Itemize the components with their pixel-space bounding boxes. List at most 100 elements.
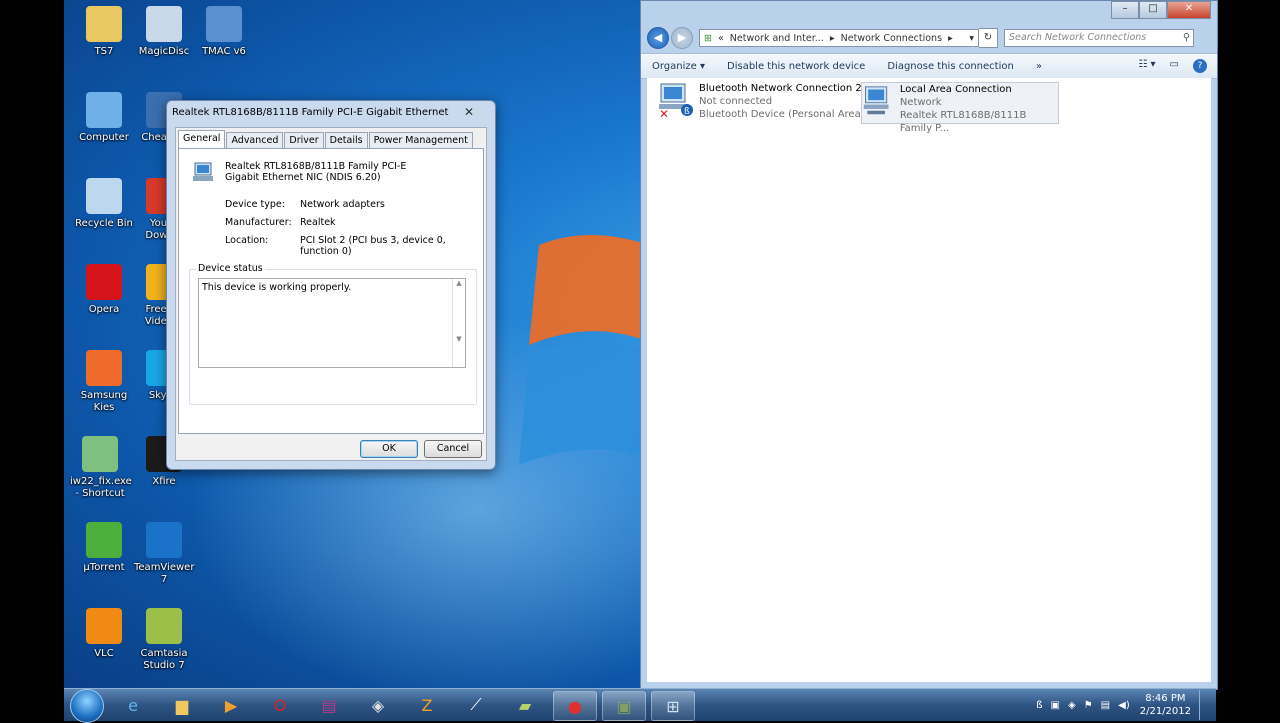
close-button[interactable]: ✕	[1167, 1, 1211, 19]
desktop-icon-label: VLC	[94, 648, 114, 659]
desktop-icon[interactable]: iw22_fix.exe - Shortcut	[70, 436, 132, 500]
clock[interactable]: 8:46 PM 2/21/2012	[1140, 692, 1191, 718]
organize-menu[interactable]: Organize ▾	[641, 61, 716, 72]
connection-name: Bluetooth Network Connection 2	[699, 83, 862, 94]
breadcrumb-chevron-icon[interactable]: ▸	[948, 33, 953, 44]
connection-device: Bluetooth Device (Personal Area ...	[699, 109, 874, 120]
maximize-button[interactable]: □	[1139, 1, 1167, 19]
taskbar-network-icon[interactable]: ⊞	[651, 691, 695, 721]
svg-text:✕: ✕	[659, 107, 669, 118]
desktop-icon-label: MagicDisc	[138, 46, 190, 57]
view-options-icon[interactable]: ☷ ▾	[1138, 59, 1155, 73]
tray-app-icon[interactable]: ▣	[1051, 700, 1060, 711]
taskbar-opera-icon[interactable]: O	[259, 691, 301, 719]
search-placeholder: Search Network Connections	[1009, 32, 1147, 43]
cancel-button[interactable]: Cancel	[424, 440, 482, 458]
minimize-button[interactable]: –	[1111, 1, 1139, 19]
dialog-close-button[interactable]: ✕	[449, 104, 489, 120]
diagnose-connection-button[interactable]: Diagnose this connection	[876, 61, 1024, 72]
location-value: PCI Slot 2 (PCI bus 3, device 0, functio…	[300, 235, 446, 257]
desktop-icon[interactable]: TS7	[74, 6, 134, 58]
volume-icon[interactable]: ◀)	[1118, 700, 1130, 711]
connection-name: Local Area Connection	[899, 84, 1012, 95]
taskbar-winrar-icon[interactable]: ▤	[308, 691, 350, 719]
tab-general[interactable]: General	[178, 130, 226, 149]
utorrent-icon	[86, 522, 122, 558]
desktop-icon-label: iw22_fix.exe - Shortcut	[70, 476, 132, 499]
desktop-icon-label: Xfire	[152, 476, 176, 487]
connection-local-area[interactable]: Local Area Connection Network Realtek RT…	[861, 82, 1059, 134]
address-bar[interactable]: ⊞ « Network and Inter... ▸ Network Conne…	[699, 29, 979, 47]
desktop-icon-label: TMAC v6	[202, 46, 246, 57]
breadcrumb-overflow[interactable]: «	[718, 33, 724, 44]
desktop-icon[interactable]: Computer	[74, 92, 134, 144]
desktop-icon-label: Samsung Kies	[80, 390, 128, 413]
device-properties-dialog: Realtek RTL8168B/8111B Family PCI-E Giga…	[166, 100, 496, 470]
desktop-icon-label: µTorrent	[83, 562, 125, 573]
device-status-text: This device is working properly.	[202, 282, 352, 293]
help-icon[interactable]: ?	[1193, 59, 1207, 73]
connection-status: Not connected	[699, 96, 773, 107]
desktop-icon[interactable]: Recycle Bin	[74, 178, 134, 230]
more-commands-button[interactable]: »	[1025, 61, 1053, 72]
refresh-button[interactable]: ↻	[979, 28, 998, 48]
breadcrumb-chevron-icon[interactable]: ▸	[830, 33, 835, 44]
connection-bluetooth[interactable]: ✕ ß Bluetooth Network Connection 2 Not c…	[657, 82, 873, 122]
ok-button[interactable]: OK	[360, 440, 418, 458]
desktop-icon[interactable]: VLC	[74, 608, 134, 660]
taskbar-recorder-icon[interactable]: ●	[553, 691, 597, 721]
kies-icon	[86, 350, 122, 386]
desktop-icon[interactable]: Camtasia Studio 7	[134, 608, 194, 672]
taskbar-nfs-icon[interactable]: ⟋	[455, 691, 497, 719]
desktop-icon[interactable]: Opera	[74, 264, 134, 316]
desktop-icon-label: Camtasia Studio 7	[140, 648, 188, 671]
desktop-icon[interactable]: MagicDisc	[134, 6, 194, 58]
tmac-icon	[206, 6, 242, 42]
status-scrollbar[interactable]: ▲ ▼	[452, 279, 465, 367]
clock-date: 2/21/2012	[1139, 706, 1191, 717]
device-type-label: Device type:	[225, 199, 285, 210]
dialog-titlebar[interactable]: Realtek RTL8168B/8111B Family PCI-E Giga…	[167, 101, 495, 123]
taskbar-folder-icon[interactable]: ▆	[161, 691, 203, 719]
bluetooth-connection-icon: ✕ ß	[659, 83, 693, 118]
network-tray-icon[interactable]: ▤	[1101, 700, 1110, 711]
desktop-icon[interactable]: µTorrent	[74, 522, 134, 574]
tab-details[interactable]: Details	[324, 132, 368, 149]
general-tab-panel: Realtek RTL8168B/8111B Family PCI-E Giga…	[178, 148, 484, 434]
taskbar-app-icon[interactable]: ◈	[357, 691, 399, 719]
preview-pane-icon[interactable]: ▭	[1170, 59, 1179, 73]
show-desktop-button[interactable]	[1199, 690, 1210, 720]
tab-advanced[interactable]: Advanced	[226, 132, 284, 149]
search-icon[interactable]: ⚲	[1183, 30, 1190, 46]
svg-text:ß: ß	[684, 107, 690, 117]
lan-connection-icon	[863, 86, 889, 115]
dialog-tabs: General Advanced Driver Details Power Ma…	[178, 130, 474, 149]
desktop-icon[interactable]: Samsung Kies	[74, 350, 134, 414]
taskbar-camtasia-icon[interactable]: ▰	[504, 691, 546, 719]
breadcrumb-network-connections[interactable]: Network Connections	[841, 33, 942, 44]
forward-button[interactable]: ▶	[671, 27, 693, 49]
action-center-icon[interactable]: ⚑	[1084, 700, 1093, 711]
recycle-bin-icon	[86, 178, 122, 214]
taskbar-ie-icon[interactable]: e	[112, 691, 154, 719]
disable-device-button[interactable]: Disable this network device	[716, 61, 876, 72]
tray-app2-icon[interactable]: ◈	[1068, 700, 1076, 711]
taskbar: e ▆ ▶ O ▤ ◈ Z ⟋ ▰ ● ▣ ⊞ ß ▣ ◈ ⚑ ▤ ◀) 8:46 PM 2/21/2…	[64, 688, 1216, 723]
desktop-icon-label: TeamViewer 7	[134, 562, 195, 585]
back-button[interactable]: ◀	[647, 27, 669, 49]
start-button[interactable]	[70, 689, 104, 723]
taskbar-app2-icon[interactable]: Z	[406, 691, 448, 719]
tab-driver[interactable]: Driver	[284, 132, 324, 149]
address-dropdown-icon[interactable]: ▾	[969, 33, 974, 44]
bluetooth-tray-icon[interactable]: ß	[1036, 700, 1042, 711]
desktop-icon[interactable]: TMAC v6	[194, 6, 254, 58]
navigation-bar: ◀ ▶ ⊞ « Network and Inter... ▸ Network C…	[647, 27, 1211, 49]
taskbar-app3-icon[interactable]: ▣	[602, 691, 646, 721]
tab-power-management[interactable]: Power Management	[368, 132, 473, 149]
taskbar-media-icon[interactable]: ▶	[210, 691, 252, 719]
device-status-textbox[interactable]: This device is working properly. ▲ ▼	[198, 278, 466, 368]
search-input[interactable]: Search Network Connections ⚲	[1004, 29, 1194, 47]
breadcrumb-network-internet[interactable]: Network and Inter...	[730, 33, 824, 44]
desktop-icon[interactable]: TeamViewer 7	[134, 522, 194, 586]
computer-icon	[86, 92, 122, 128]
